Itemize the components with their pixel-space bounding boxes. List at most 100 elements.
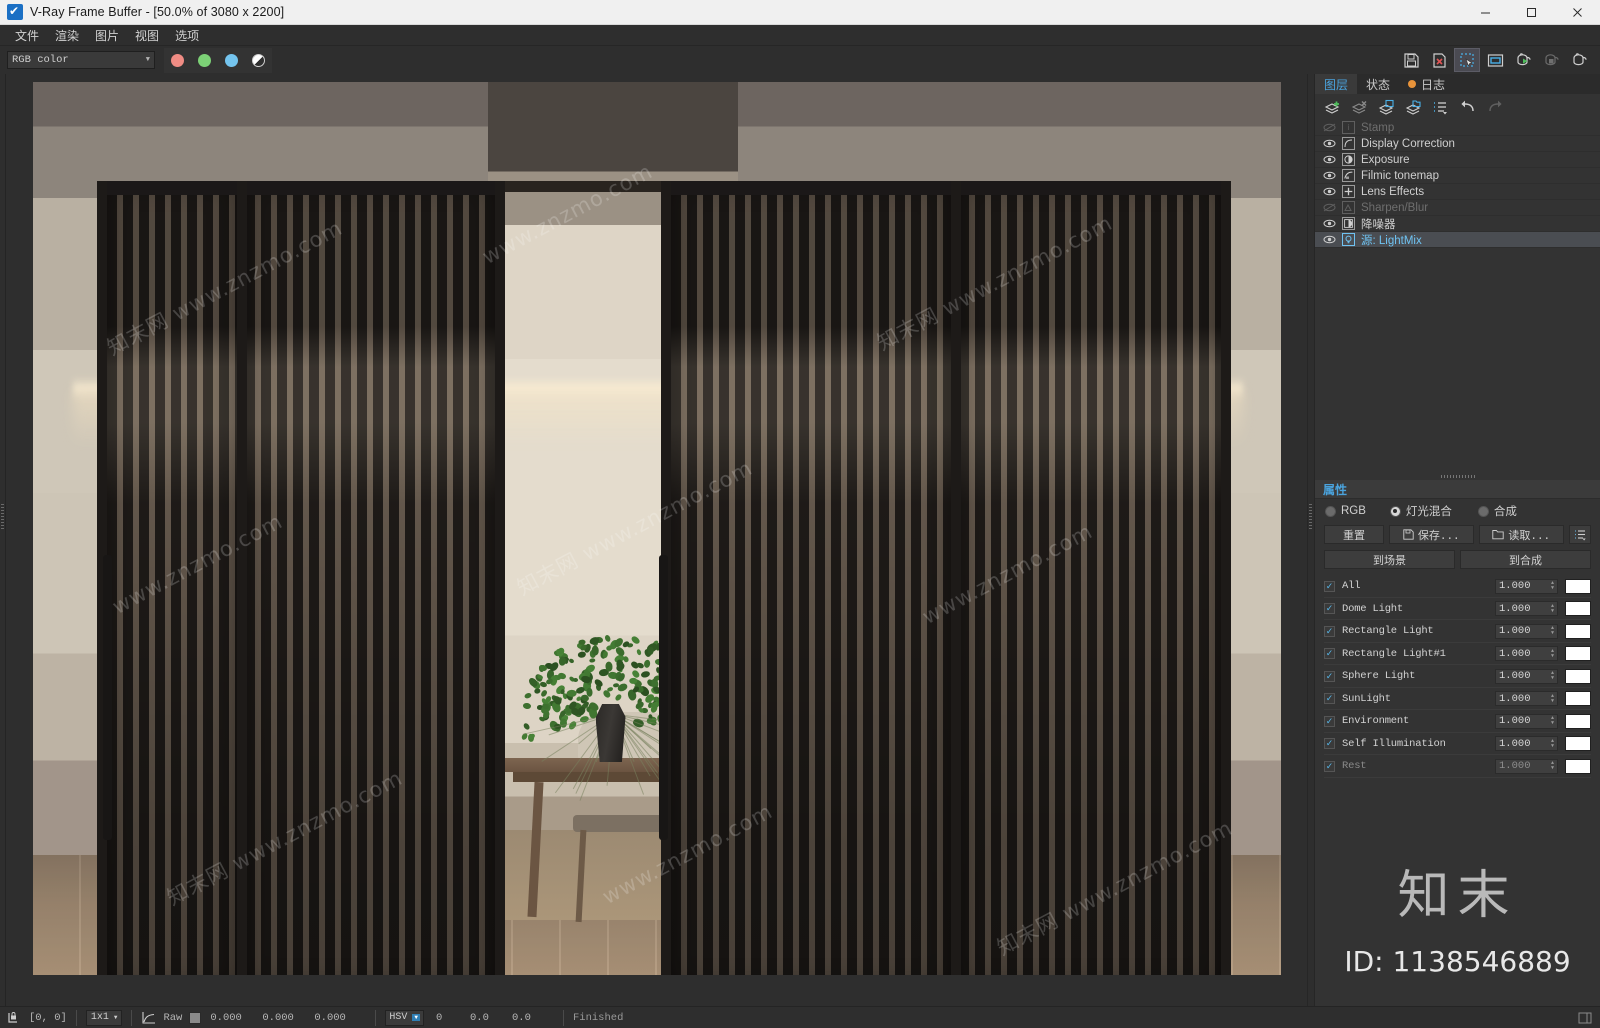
- light-color-swatch[interactable]: [1565, 759, 1591, 774]
- light-row-environment[interactable]: ✓ Environment 1.000 ▲ ▼: [1324, 710, 1591, 733]
- track-mouse-icon[interactable]: [1482, 48, 1508, 72]
- stop-render-icon[interactable]: [1538, 48, 1564, 72]
- light-row-rectangle-light[interactable]: ✓ Rectangle Light 1.000 ▲ ▼: [1324, 620, 1591, 643]
- visibility-on-icon[interactable]: [1323, 155, 1336, 164]
- maximize-button[interactable]: [1508, 0, 1554, 25]
- layer-row-denoiser[interactable]: 降噪器: [1315, 216, 1600, 232]
- spinner-arrows-icon[interactable]: ▲ ▼: [1551, 671, 1554, 681]
- right-splitter[interactable]: [1307, 74, 1315, 1006]
- color-space-select[interactable]: HSV ▼: [385, 1010, 424, 1026]
- light-intensity-input[interactable]: 1.000 ▲ ▼: [1495, 669, 1558, 684]
- light-checkbox[interactable]: ✓: [1324, 581, 1335, 592]
- visibility-off-icon[interactable]: [1323, 203, 1336, 212]
- layer-row-lens-effects[interactable]: Lens Effects: [1315, 184, 1600, 200]
- visibility-off-icon[interactable]: [1323, 123, 1336, 132]
- light-color-swatch[interactable]: [1565, 646, 1591, 661]
- red-channel-button[interactable]: [164, 48, 191, 73]
- delete-layer-icon[interactable]: [1348, 96, 1372, 118]
- light-row-sunlight[interactable]: ✓ SunLight 1.000 ▲ ▼: [1324, 688, 1591, 711]
- menu-options[interactable]: 选项: [168, 25, 206, 46]
- layer-row-stamp[interactable]: i Stamp: [1315, 120, 1600, 136]
- render-canvas-area[interactable]: 知末网 www.znzmo.com www.znzmo.com 知末网 www.…: [6, 74, 1307, 1006]
- tab-layers[interactable]: 图层: [1315, 74, 1357, 94]
- spinner-arrows-icon[interactable]: ▲ ▼: [1551, 739, 1554, 749]
- visibility-on-icon[interactable]: [1323, 139, 1336, 148]
- curve-icon[interactable]: [141, 1011, 156, 1025]
- spinner-arrows-icon[interactable]: ▲ ▼: [1551, 604, 1554, 614]
- load-preset-button[interactable]: 读取...: [1479, 525, 1565, 544]
- light-row-rest[interactable]: ✓ Rest 1.000 ▲ ▼: [1324, 755, 1591, 778]
- minimize-button[interactable]: [1462, 0, 1508, 25]
- sample-size-select[interactable]: 1x1 ▼: [86, 1010, 123, 1026]
- region-render-icon[interactable]: [1454, 48, 1480, 72]
- visibility-on-icon[interactable]: [1323, 187, 1336, 196]
- panel-horizontal-splitter[interactable]: [1315, 472, 1600, 480]
- light-row-dome-light[interactable]: ✓ Dome Light 1.000 ▲ ▼: [1324, 598, 1591, 621]
- light-color-swatch[interactable]: [1565, 624, 1591, 639]
- radio-rgb[interactable]: RGB: [1325, 505, 1366, 517]
- alpha-channel-button[interactable]: [245, 48, 272, 73]
- layer-row-filmic-tonemap[interactable]: Filmic tonemap: [1315, 168, 1600, 184]
- menu-image[interactable]: 图片: [88, 25, 126, 46]
- light-color-swatch[interactable]: [1565, 669, 1591, 684]
- tab-log[interactable]: 日志: [1399, 74, 1454, 94]
- tab-status[interactable]: 状态: [1357, 74, 1399, 94]
- close-button[interactable]: [1554, 0, 1600, 25]
- light-intensity-input[interactable]: 1.000 ▲ ▼: [1495, 624, 1558, 639]
- light-color-swatch[interactable]: [1565, 579, 1591, 594]
- light-intensity-input[interactable]: 1.000 ▲ ▼: [1495, 579, 1558, 594]
- save-raw-image-icon[interactable]: [1426, 48, 1452, 72]
- menu-render[interactable]: 渲染: [48, 25, 86, 46]
- layer-row-display-correction[interactable]: Display Correction: [1315, 136, 1600, 152]
- visibility-on-icon[interactable]: [1323, 219, 1336, 228]
- redo-icon[interactable]: [1483, 96, 1507, 118]
- light-row-sphere-light[interactable]: ✓ Sphere Light 1.000 ▲ ▼: [1324, 665, 1591, 688]
- spinner-arrows-icon[interactable]: ▲ ▼: [1551, 694, 1554, 704]
- spinner-arrows-icon[interactable]: ▲ ▼: [1551, 626, 1554, 636]
- light-intensity-input[interactable]: 1.000 ▲ ▼: [1495, 736, 1558, 751]
- light-intensity-input[interactable]: 1.000 ▲ ▼: [1495, 601, 1558, 616]
- spinner-arrows-icon[interactable]: ▲ ▼: [1551, 649, 1554, 659]
- light-checkbox[interactable]: ✓: [1324, 761, 1335, 772]
- light-row-rectangle-light-1[interactable]: ✓ Rectangle Light#1 1.000 ▲ ▼: [1324, 643, 1591, 666]
- rendered-image[interactable]: 知末网 www.znzmo.com www.znzmo.com 知末网 www.…: [33, 82, 1281, 975]
- list-menu-icon[interactable]: [1569, 525, 1591, 544]
- add-layer-icon[interactable]: [1321, 96, 1345, 118]
- blue-channel-button[interactable]: [218, 48, 245, 73]
- undo-icon[interactable]: [1456, 96, 1480, 118]
- spinner-arrows-icon[interactable]: ▲ ▼: [1551, 581, 1554, 591]
- render-last-icon[interactable]: [1510, 48, 1536, 72]
- to-scene-button[interactable]: 到场景: [1324, 550, 1455, 569]
- visibility-on-icon[interactable]: [1323, 171, 1336, 180]
- light-row-self-illumination[interactable]: ✓ Self Illumination 1.000 ▲ ▼: [1324, 733, 1591, 756]
- pixel-lock-icon[interactable]: [6, 1011, 20, 1025]
- layer-row-sharpen-blur[interactable]: Sharpen/Blur: [1315, 200, 1600, 216]
- light-checkbox[interactable]: ✓: [1324, 693, 1335, 704]
- layer-row-exposure[interactable]: Exposure: [1315, 152, 1600, 168]
- visibility-on-icon[interactable]: [1323, 235, 1336, 244]
- light-checkbox[interactable]: ✓: [1324, 603, 1335, 614]
- light-checkbox[interactable]: ✓: [1324, 716, 1335, 727]
- load-layer-icon[interactable]: [1402, 96, 1426, 118]
- light-checkbox[interactable]: ✓: [1324, 738, 1335, 749]
- light-checkbox[interactable]: ✓: [1324, 648, 1335, 659]
- channel-select[interactable]: RGB color ▼: [7, 51, 155, 69]
- spinner-arrows-icon[interactable]: ▲ ▼: [1551, 761, 1554, 771]
- light-checkbox[interactable]: ✓: [1324, 626, 1335, 637]
- save-preset-button[interactable]: 保存...: [1389, 525, 1474, 544]
- green-channel-button[interactable]: [191, 48, 218, 73]
- layer-menu-icon[interactable]: [1429, 96, 1453, 118]
- light-intensity-input[interactable]: 1.000 ▲ ▼: [1495, 691, 1558, 706]
- radio-lightmix[interactable]: 灯光混合: [1390, 503, 1452, 519]
- light-intensity-input[interactable]: 1.000 ▲ ▼: [1495, 646, 1558, 661]
- radio-composite[interactable]: 合成: [1478, 503, 1517, 519]
- light-color-swatch[interactable]: [1565, 601, 1591, 616]
- menu-file[interactable]: 文件: [8, 25, 46, 46]
- save-layer-icon[interactable]: [1375, 96, 1399, 118]
- menu-view[interactable]: 视图: [128, 25, 166, 46]
- light-checkbox[interactable]: ✓: [1324, 671, 1335, 682]
- light-row-all[interactable]: ✓ All 1.000 ▲ ▼: [1324, 575, 1591, 598]
- light-intensity-input[interactable]: 1.000 ▲ ▼: [1495, 759, 1558, 774]
- render-icon[interactable]: [1566, 48, 1592, 72]
- light-intensity-input[interactable]: 1.000 ▲ ▼: [1495, 714, 1558, 729]
